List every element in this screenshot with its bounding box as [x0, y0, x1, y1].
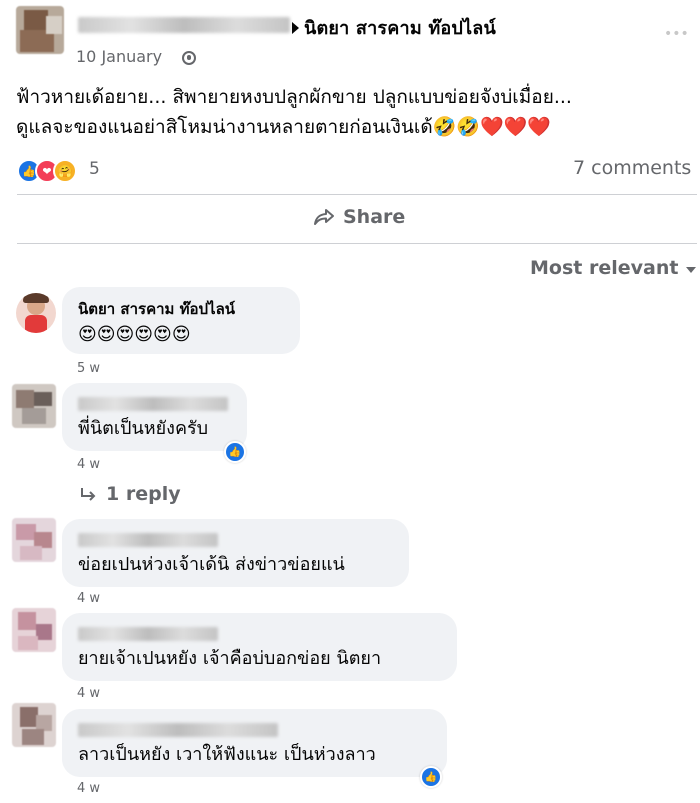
reply-label: 1 reply — [106, 483, 181, 505]
more-options-icon[interactable]: ••• — [664, 26, 689, 42]
comment-author[interactable]: นิตยา สารคาม ท๊อปไลน์ — [78, 297, 235, 321]
post-author-avatar[interactable] — [16, 6, 64, 54]
reply-arrow-icon — [81, 488, 96, 501]
share-label: Share — [343, 206, 406, 228]
sort-comments-dropdown[interactable]: Most relevant — [530, 257, 697, 279]
share-button[interactable]: Share — [313, 206, 405, 228]
comment-text: ข่อยเปนห่วงเจ้าเด้นิ ส่งข่าวข่อยแน่ — [78, 554, 345, 575]
comment-text: พี่นิตเป็นหยังครับ — [78, 418, 209, 439]
commenter-avatar[interactable] — [12, 518, 56, 562]
commenter-avatar[interactable] — [12, 703, 56, 747]
comment-time[interactable]: 4 w — [77, 781, 100, 796]
comment-text: ลาวเป็นหยัง เวาให้ฟังแนะ เป็นห่วงลาว — [78, 744, 376, 765]
blurred-commenter-name[interactable] — [78, 533, 218, 547]
globe-icon — [182, 51, 196, 65]
comment-time[interactable]: 4 w — [77, 686, 100, 701]
comment-text: 😍😍😍😍😍😍 — [78, 324, 191, 345]
reactions-summary[interactable]: 👍 ❤ 🤗 — [17, 159, 87, 183]
sort-label: Most relevant — [530, 257, 679, 279]
post-date[interactable]: 10 January — [76, 47, 162, 66]
divider — [17, 243, 697, 244]
comment-time[interactable]: 4 w — [77, 591, 100, 606]
commenter-avatar[interactable] — [12, 608, 56, 652]
care-reaction-icon: 🤗 — [53, 159, 77, 183]
comment-bubble: ลาวเป็นหยัง เวาให้ฟังแนะ เป็นห่วงลาว — [62, 709, 447, 777]
divider — [17, 194, 697, 195]
comment-like-badge-icon[interactable]: 👍 — [224, 441, 246, 463]
comments-count-link[interactable]: 7 comments — [573, 157, 691, 179]
comment-bubble: ยายเจ้าเปนหยัง เจ้าคือบ่บอกข่อย นิตยา — [62, 613, 457, 681]
comment-bubble: นิตยา สารคาม ท๊อปไลน์ 😍😍😍😍😍😍 — [62, 287, 300, 354]
commenter-avatar[interactable] — [12, 384, 56, 428]
commenter-avatar[interactable] — [16, 293, 56, 333]
blurred-author-name[interactable] — [78, 17, 290, 33]
view-replies-link[interactable]: 1 reply — [80, 483, 181, 505]
share-icon — [314, 209, 334, 225]
comment-time[interactable]: 5 w — [77, 361, 100, 376]
comment-bubble: ข่อยเปนห่วงเจ้าเด้นิ ส่งข่าวข่อยแน่ — [62, 519, 409, 587]
blurred-commenter-name[interactable] — [78, 397, 228, 411]
post-text: ฟ้าวหายเด้อยาย... สิพายายหงบปลูกผักขาย ป… — [16, 86, 572, 138]
comment-like-badge-icon[interactable]: 👍 — [420, 766, 442, 788]
reaction-count[interactable]: 5 — [89, 159, 100, 179]
page-name-link[interactable]: นิตยา สารคาม ท๊อปไลน์ — [304, 13, 496, 42]
comment-text: ยายเจ้าเปนหยัง เจ้าคือบ่บอกข่อย นิตยา — [78, 648, 382, 669]
blurred-commenter-name[interactable] — [78, 627, 218, 641]
blurred-commenter-name[interactable] — [78, 723, 278, 737]
comment-time[interactable]: 4 w — [77, 457, 100, 472]
shared-arrow-icon — [292, 22, 299, 34]
caret-down-icon — [686, 266, 697, 273]
comment-bubble: พี่นิตเป็นหยังครับ — [62, 383, 247, 451]
